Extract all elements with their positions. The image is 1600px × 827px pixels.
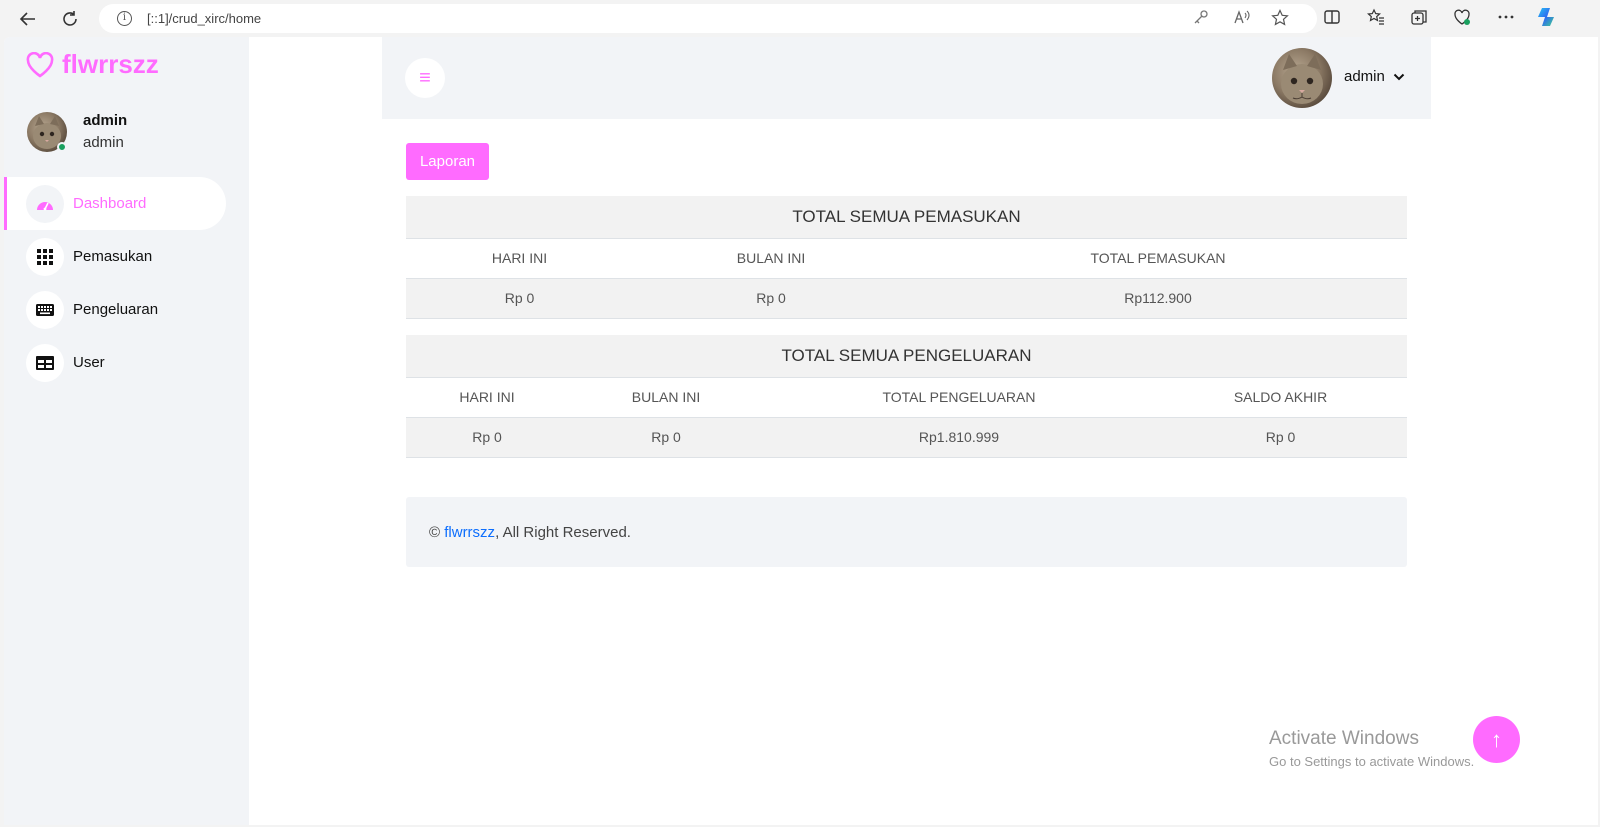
- copyright-symbol: ©: [429, 523, 441, 541]
- table-row: Rp 0 Rp 0 Rp1.810.999 Rp 0: [406, 417, 1407, 458]
- grid-icon: [26, 237, 64, 276]
- sidebar-item-dashboard[interactable]: Dashboard: [4, 177, 226, 230]
- sidebar-item-pemasukan[interactable]: Pemasukan: [4, 230, 226, 283]
- income-today-value: Rp 0: [406, 278, 633, 319]
- collections-icon[interactable]: [1410, 8, 1428, 31]
- sidebar-item-user[interactable]: User: [4, 336, 226, 389]
- arrow-up-icon: ↑: [1491, 726, 1502, 752]
- info-icon[interactable]: i: [117, 11, 132, 26]
- expense-today-value: Rp 0: [406, 417, 568, 458]
- top-navbar: ≡ admin: [382, 37, 1431, 119]
- column-header: BULAN INI: [633, 238, 909, 279]
- column-header: HARI INI: [406, 377, 568, 418]
- read-aloud-icon[interactable]: [1233, 9, 1251, 29]
- column-header: BULAN INI: [568, 377, 764, 418]
- url-text: [::1]/crud_xirc/home: [147, 11, 262, 26]
- copilot-icon[interactable]: [1536, 6, 1558, 33]
- speedometer-icon: [26, 184, 64, 223]
- keyboard-icon: [26, 290, 64, 329]
- hamburger-icon: ≡: [419, 66, 431, 89]
- footer-text: , All Right Reserved.: [495, 523, 631, 541]
- browser-essentials-icon[interactable]: [1453, 8, 1471, 31]
- table-title-row: TOTAL SEMUA PENGELUARAN: [406, 335, 1407, 378]
- income-total-value: Rp112.900: [909, 278, 1407, 319]
- expense-total-value: Rp1.810.999: [764, 417, 1154, 458]
- windows-activation-watermark: Activate Windows Go to Settings to activ…: [1269, 728, 1474, 769]
- watermark-title: Activate Windows: [1269, 728, 1419, 749]
- expense-month-value: Rp 0: [568, 417, 764, 458]
- back-to-top-button[interactable]: ↑: [1473, 716, 1520, 763]
- footer: © flwrrszz, All Right Reserved.: [406, 497, 1407, 567]
- table-title-row: TOTAL SEMUA PEMASUKAN: [406, 196, 1407, 239]
- favorite-star-icon[interactable]: [1271, 9, 1289, 31]
- browser-toolbar: i [::1]/crud_xirc/home: [0, 0, 1600, 37]
- expense-title: TOTAL SEMUA PENGELUARAN: [406, 335, 1407, 378]
- table-header-row: HARI INI BULAN INI TOTAL PENGELUARAN SAL…: [406, 377, 1407, 418]
- column-header: TOTAL PEMASUKAN: [909, 238, 1407, 279]
- income-title: TOTAL SEMUA PEMASUKAN: [406, 196, 1407, 239]
- watermark-subtitle: Go to Settings to activate Windows.: [1269, 754, 1475, 769]
- brand-logo[interactable]: flwrrszz: [26, 49, 159, 80]
- more-icon[interactable]: [1497, 8, 1515, 31]
- key-icon[interactable]: [1193, 9, 1209, 29]
- sidebar-item-label: Pengeluaran: [73, 301, 159, 318]
- laporan-button[interactable]: Laporan: [406, 143, 489, 180]
- avatar[interactable]: [1272, 48, 1332, 108]
- expense-summary-table: TOTAL SEMUA PENGELUARAN HARI INI BULAN I…: [406, 335, 1407, 458]
- sidebar-user-name: admin: [83, 112, 128, 129]
- back-arrow-icon[interactable]: [15, 6, 41, 32]
- final-balance-value: Rp 0: [1154, 417, 1407, 458]
- sidebar-item-pengeluaran[interactable]: Pengeluaran: [4, 283, 226, 336]
- column-header: SALDO AKHIR: [1154, 377, 1407, 418]
- topbar-user-name: admin: [1344, 68, 1385, 85]
- income-summary-table: TOTAL SEMUA PEMASUKAN HARI INI BULAN INI…: [406, 196, 1407, 319]
- refresh-icon[interactable]: [57, 6, 83, 32]
- sidebar: flwrrszz admin admin Dashboard Pemasukan: [4, 37, 249, 825]
- favorites-icon[interactable]: [1366, 8, 1385, 31]
- sidebar-user-role: admin: [83, 134, 124, 151]
- column-header: HARI INI: [406, 238, 633, 279]
- chevron-down-icon: [1393, 70, 1405, 84]
- table-header-row: HARI INI BULAN INI TOTAL PEMASUKAN: [406, 238, 1407, 279]
- online-status-dot: [57, 142, 67, 152]
- sidebar-item-label: User: [73, 354, 105, 371]
- table-row: Rp 0 Rp 0 Rp112.900: [406, 278, 1407, 319]
- split-screen-icon[interactable]: [1323, 8, 1341, 31]
- address-bar[interactable]: i [::1]/crud_xirc/home: [99, 4, 1317, 33]
- sidebar-item-label: Dashboard: [73, 195, 147, 212]
- main-content: ≡ admin Laporan TOTAL SEMUA PEMASUKAN HA…: [382, 37, 1431, 825]
- sidebar-item-label: Pemasukan: [73, 248, 153, 265]
- user-dropdown[interactable]: admin: [1344, 68, 1405, 85]
- sidebar-toggle-button[interactable]: ≡: [405, 58, 445, 98]
- table-icon: [26, 343, 64, 382]
- web-page: flwrrszz admin admin Dashboard Pemasukan: [4, 37, 1598, 825]
- brand-name: flwrrszz: [62, 49, 159, 79]
- heart-icon: [26, 51, 54, 78]
- sidebar-user-profile: admin admin: [27, 112, 237, 156]
- footer-brand-link[interactable]: flwrrszz: [444, 524, 495, 541]
- income-month-value: Rp 0: [633, 278, 909, 319]
- column-header: TOTAL PENGELUARAN: [764, 377, 1154, 418]
